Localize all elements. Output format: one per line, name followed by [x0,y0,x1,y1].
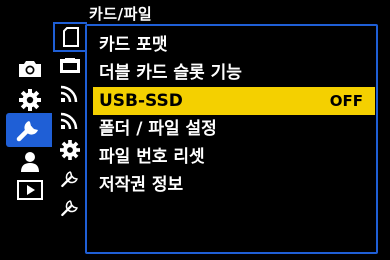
menu-item-label: 카드 포맷 [99,35,168,55]
menu-item-label: 파일 번호 리셋 [99,147,205,167]
category-playback[interactable] [10,176,50,204]
sd-card-icon [63,27,79,47]
person-icon [19,151,41,173]
menu-items: 카드 포맷 더블 카드 슬롯 기능 USB-SSD OFF 폴더 / 파일 설정… [93,31,375,199]
menu-title: 카드/파일 [89,5,153,23]
subtab-settings[interactable] [56,137,84,163]
gear-icon [60,140,80,160]
menu-item-double-card-slot[interactable]: 더블 카드 슬롯 기능 [93,59,375,87]
menu-item-folder-file-settings[interactable]: 폴더 / 파일 설정 [93,115,375,143]
menu-item-copyright-info[interactable]: 저작권 정보 [93,171,375,199]
subtab-wireless-2[interactable] [56,108,84,134]
subtab-monitor[interactable] [56,53,84,79]
wifi-icon [60,85,80,103]
subtab-wireless[interactable] [56,81,84,107]
subtab-tools-1[interactable] [56,166,84,192]
category-mymenu[interactable] [10,148,50,176]
menu-item-label: 저작권 정보 [99,175,184,195]
menu-screen: 카드/파일 카드 포맷 더블 카드 슬롯 기능 USB-SSD OFF 폴더 /… [0,0,390,260]
subtab-card-file[interactable] [53,22,87,52]
menu-item-card-format[interactable]: 카드 포맷 [93,31,375,59]
gear-icon [19,89,41,111]
menu-item-label: 폴더 / 파일 설정 [99,119,217,139]
wifi-icon [60,112,80,130]
wrench-icon [60,198,80,218]
category-custom[interactable] [10,86,50,114]
category-camera[interactable] [10,55,50,83]
menu-item-usb-ssd[interactable]: USB-SSD OFF [93,87,375,115]
menu-item-label: USB-SSD [99,91,183,111]
playback-icon [17,180,43,200]
menu-item-value: OFF [329,92,363,110]
subtab-tools-2[interactable] [56,195,84,221]
wrench-icon [60,169,80,189]
wrench-icon [16,117,42,143]
monitor-icon [59,58,81,74]
menu-item-file-number-reset[interactable]: 파일 번호 리셋 [93,143,375,171]
menu-item-label: 더블 카드 슬롯 기능 [99,63,242,83]
camera-icon [18,60,42,78]
category-setup[interactable] [6,113,52,147]
